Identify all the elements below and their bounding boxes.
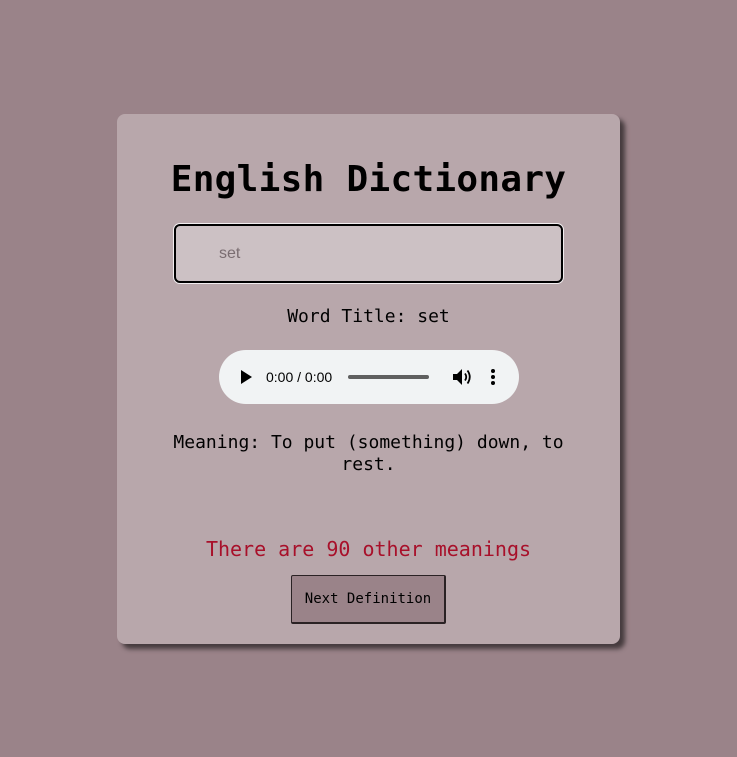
audio-player[interactable]: 0:00 / 0:00 xyxy=(219,350,519,404)
audio-progress-slider[interactable] xyxy=(348,375,429,379)
audio-time: 0:00 / 0:00 xyxy=(266,369,333,385)
play-icon[interactable] xyxy=(241,370,252,384)
meaning-text: Meaning: To put (something) down, to res… xyxy=(173,432,564,475)
more-vert-icon[interactable] xyxy=(489,367,497,387)
other-meanings-count: There are 90 other meanings xyxy=(205,537,532,561)
word-title: Word Title: set xyxy=(287,306,450,327)
volume-icon[interactable] xyxy=(452,368,472,386)
search-input[interactable] xyxy=(174,224,563,283)
page-title: English Dictionary xyxy=(170,159,567,200)
dictionary-card: English Dictionary Word Title: set 0:00 … xyxy=(117,114,620,644)
next-definition-button[interactable]: Next Definition xyxy=(291,575,446,624)
